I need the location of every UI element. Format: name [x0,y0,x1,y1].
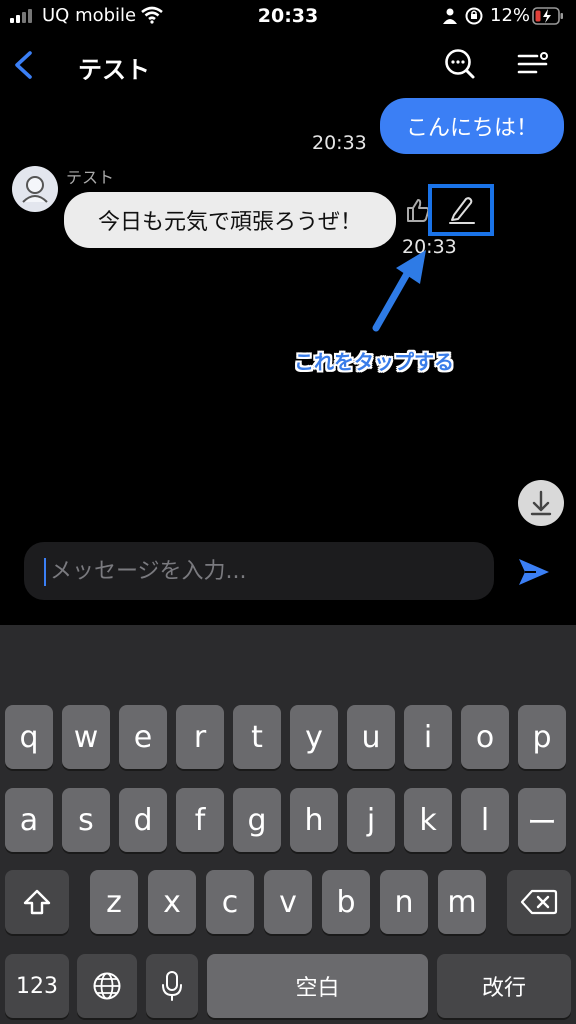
numbers-key[interactable]: 123 [5,954,69,1018]
menu-icon[interactable] [516,50,550,78]
incoming-message-bubble[interactable]: 今日も元気で頑張ろうぜ！ [64,192,396,248]
person-icon [443,8,457,24]
globe-key[interactable] [77,954,137,1018]
sender-name: テスト [66,168,115,187]
key-j[interactable]: j [347,788,395,852]
page-title: テスト [78,56,150,84]
rotation-lock-icon [465,7,483,25]
outgoing-message-bubble[interactable]: こんにちは！ [380,98,564,154]
key-i[interactable]: i [404,705,452,769]
key-n[interactable]: n [380,870,428,934]
key-d[interactable]: d [119,788,167,852]
key-q[interactable]: q [5,705,53,769]
key-b[interactable]: b [322,870,370,934]
space-key[interactable]: 空白 [207,954,428,1018]
key-p[interactable]: p [518,705,566,769]
key-a[interactable]: a [5,788,53,852]
microphone-key[interactable] [146,954,198,1018]
avatar-icon [22,176,48,203]
shift-icon [23,889,51,915]
search-chat-icon[interactable] [444,48,476,80]
key-s[interactable]: s [62,788,110,852]
key-x[interactable]: x [148,870,196,934]
annotation-text: これをタップする [294,350,454,374]
scroll-to-bottom-button[interactable] [518,480,564,526]
send-icon[interactable] [516,556,552,588]
message-input-container[interactable] [24,542,494,600]
outgoing-message-time: 20:33 [312,132,367,154]
backspace-key[interactable] [507,870,571,934]
key-y[interactable]: y [290,705,338,769]
keyboard: q w e r t y u i o p a s d f g h j k l ー … [0,625,576,1024]
key-r[interactable]: r [176,705,224,769]
key-m[interactable]: m [438,870,486,934]
text-caret [44,558,46,586]
battery-icon [532,7,563,25]
annotation-arrow-icon [372,250,426,332]
key-c[interactable]: c [206,870,254,934]
return-key[interactable]: 改行 [437,954,571,1018]
back-chevron-icon[interactable] [12,50,34,80]
key-k[interactable]: k [404,788,452,852]
key-e[interactable]: e [119,705,167,769]
key-w[interactable]: w [62,705,110,769]
shift-key[interactable] [5,870,69,934]
key-v[interactable]: v [264,870,312,934]
key-f[interactable]: f [176,788,224,852]
battery-percentage: 12% [490,5,531,26]
download-arrow-icon [530,490,552,516]
key-l[interactable]: l [461,788,509,852]
key-t[interactable]: t [233,705,281,769]
message-input[interactable] [48,557,472,585]
key-z[interactable]: z [90,870,138,934]
backspace-icon [520,889,558,915]
edit-pencil-icon[interactable] [444,194,478,226]
status-bar: UQ mobile 20:33 12% [0,0,576,34]
key-long-vowel[interactable]: ー [518,788,566,852]
key-o[interactable]: o [461,705,509,769]
key-u[interactable]: u [347,705,395,769]
globe-icon [93,972,121,1000]
microphone-icon [162,971,182,1001]
avatar[interactable] [12,166,58,212]
key-g[interactable]: g [233,788,281,852]
key-h[interactable]: h [290,788,338,852]
